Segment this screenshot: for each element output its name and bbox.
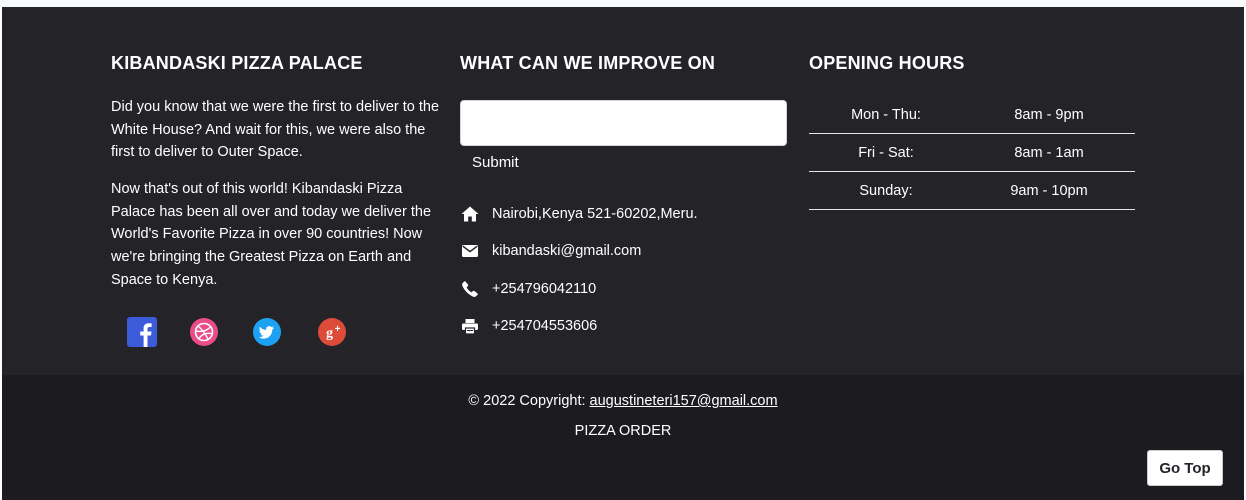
hours-time: 9am - 10pm xyxy=(1010,182,1088,199)
home-icon xyxy=(460,204,480,224)
feedback-title: WHAT CAN WE IMPROVE ON xyxy=(460,53,716,73)
copyright: © 2022 Copyright: augustineteri157@gmail… xyxy=(0,393,1246,409)
page: KIBANDASKI PIZZA PALACE Did you know tha… xyxy=(0,0,1246,500)
google-plus-link[interactable]: g + xyxy=(317,317,347,347)
about-title: KIBANDASKI PIZZA PALACE xyxy=(111,53,363,73)
contact-fax-text: +254704553606 xyxy=(492,318,598,334)
go-top-button[interactable]: Go Top xyxy=(1147,450,1223,486)
hours-row: Mon - Thu: 8am - 9pm xyxy=(809,96,1135,134)
about-paragraph-1: Did you know that we were the first to d… xyxy=(111,99,440,161)
hours-row: Sunday: 9am - 10pm xyxy=(809,172,1135,210)
hours-time: 8am - 1am xyxy=(1014,144,1084,161)
brand-name: PIZZA ORDER xyxy=(574,423,672,439)
hours-row: Fri - Sat: 8am - 1am xyxy=(809,134,1135,172)
feedback-input[interactable] xyxy=(460,100,787,146)
dribbble-link[interactable] xyxy=(189,317,219,347)
copyright-email-link[interactable]: augustineteri157@gmail.com xyxy=(590,393,778,409)
hours-time: 8am - 9pm xyxy=(1014,106,1084,123)
hours-title: OPENING HOURS xyxy=(809,53,965,73)
contact-address-text: Nairobi,Kenya 521-60202,Meru. xyxy=(492,206,698,222)
svg-text:+: + xyxy=(335,324,341,335)
dribbble-icon xyxy=(190,318,218,346)
contact-phone: +254796042110 xyxy=(460,277,596,301)
printer-icon xyxy=(460,316,480,336)
facebook-icon xyxy=(127,317,157,347)
contact-address: Nairobi,Kenya 521-60202,Meru. xyxy=(460,202,698,226)
twitter-link[interactable] xyxy=(252,317,282,347)
envelope-icon xyxy=(460,241,480,261)
phone-icon xyxy=(460,279,480,299)
hours-table: Mon - Thu: 8am - 9pm Fri - Sat: 8am - 1a… xyxy=(809,96,1135,210)
contact-email: kibandaski@gmail.com xyxy=(460,239,641,263)
top-band xyxy=(0,0,1246,7)
google-plus-icon: g + xyxy=(318,318,346,346)
contact-fax: +254704553606 xyxy=(460,314,597,338)
hours-day: Mon - Thu: xyxy=(851,106,921,123)
about-paragraph-2: Now that's out of this world! Kibandaski… xyxy=(111,181,432,288)
twitter-icon xyxy=(253,318,281,346)
contact-email-text: kibandaski@gmail.com xyxy=(492,243,642,259)
hours-day: Sunday: xyxy=(859,182,913,199)
facebook-link[interactable] xyxy=(127,317,157,347)
hours-day: Fri - Sat: xyxy=(858,144,914,161)
submit-button[interactable]: Submit xyxy=(460,150,531,176)
copyright-text: © 2022 Copyright: xyxy=(468,393,590,409)
svg-text:g: g xyxy=(326,326,333,341)
contact-phone-text: +254796042110 xyxy=(492,281,597,297)
